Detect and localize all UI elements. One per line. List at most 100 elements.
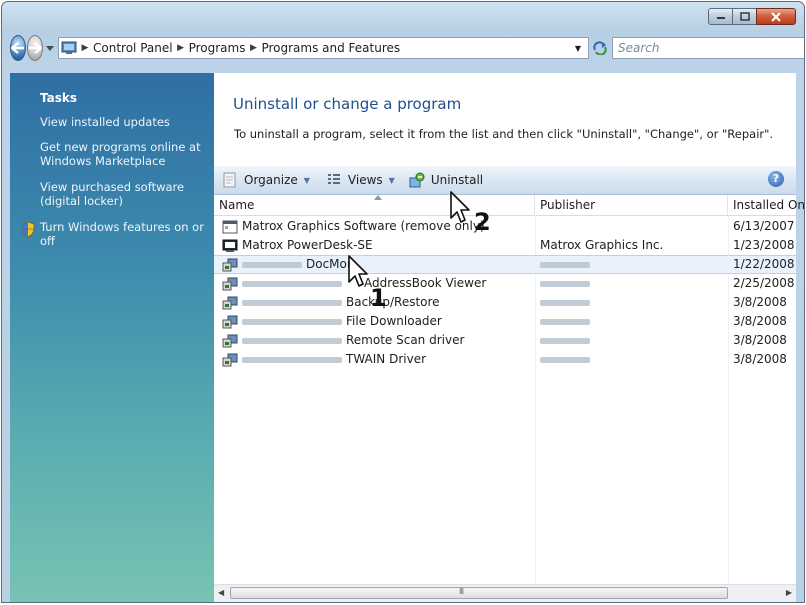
program-row[interactable]: Backup/Restore 3/8/2008	[214, 293, 796, 312]
organize-button[interactable]: Organize ▼	[222, 172, 310, 188]
application-window-icon	[222, 220, 238, 234]
program-publisher-redacted	[540, 331, 594, 350]
close-icon[interactable]	[756, 8, 796, 25]
search-placeholder: Search	[618, 41, 660, 55]
page-title: Uninstall or change a program	[233, 95, 462, 113]
program-installed-on: 3/8/2008	[733, 314, 787, 328]
redacted-text	[540, 319, 590, 325]
program-installed-on: 2/25/2008	[733, 276, 795, 290]
breadcrumb-control-panel[interactable]: Control Panel	[91, 41, 175, 55]
breadcrumb-programs-and-features[interactable]: Programs and Features	[259, 41, 402, 55]
breadcrumb-programs[interactable]: Programs	[187, 41, 248, 55]
chevron-down-icon	[46, 45, 54, 51]
installer-icon	[222, 334, 238, 348]
task-view-installed-updates[interactable]: View installed updates	[40, 115, 210, 129]
instruction-text: To uninstall a program, select it from t…	[234, 127, 774, 141]
minimize-icon[interactable]	[708, 8, 733, 25]
program-row[interactable]: Matrox Graphics Software (remove only) 6…	[214, 217, 796, 236]
breadcrumb-separator-icon[interactable]: ▶	[175, 43, 187, 53]
column-header-publisher[interactable]: Publisher	[535, 195, 728, 215]
installer-icon	[222, 258, 238, 272]
search-input[interactable]: Search	[612, 37, 804, 59]
program-row[interactable]: Remote Scan driver 3/8/2008	[214, 331, 796, 350]
organize-label: Organize	[244, 173, 298, 187]
step-callout-1: 1	[370, 284, 387, 312]
program-row[interactable]: File Downloader 3/8/2008	[214, 312, 796, 331]
tasks-pane: Tasks View installed updates Get new pro…	[10, 73, 214, 602]
program-publisher-redacted	[540, 256, 594, 273]
breadcrumb-separator-icon[interactable]: ▶	[79, 43, 91, 53]
program-list-header: Name Publisher Installed On	[214, 195, 804, 216]
organize-icon	[222, 172, 238, 188]
redacted-text	[242, 280, 342, 287]
command-bar: Organize ▼ Views ▼ Uninstall ?	[214, 166, 796, 195]
program-installed-on: 3/8/2008	[733, 295, 787, 309]
breadcrumb-separator-icon[interactable]: ▶	[247, 43, 259, 53]
redacted-text	[242, 356, 342, 363]
program-publisher-redacted	[540, 274, 594, 293]
program-row[interactable]: AddressBook Viewer 2/25/2008	[214, 274, 796, 293]
redacted-text	[540, 338, 590, 344]
redacted-text	[540, 281, 590, 287]
task-turn-windows-features[interactable]: Turn Windows features on or off	[40, 220, 210, 248]
program-row[interactable]: Matrox PowerDesk-SE Matrox Graphics Inc.…	[214, 236, 796, 255]
views-button[interactable]: Views ▼	[326, 172, 395, 188]
shield-icon	[21, 221, 35, 240]
refresh-icon	[593, 41, 607, 55]
program-name: Backup/Restore	[346, 295, 440, 309]
chevron-down-icon: ▼	[388, 175, 395, 185]
sort-ascending-icon	[374, 195, 382, 200]
program-publisher: Matrox Graphics Inc.	[540, 238, 664, 252]
back-button[interactable]	[10, 35, 26, 61]
program-installed-on: 3/8/2008	[733, 333, 787, 347]
program-publisher-redacted	[540, 312, 594, 331]
program-row-selected[interactable]: DocMon 1/22/2008	[214, 255, 796, 274]
recent-pages-dropdown[interactable]	[46, 42, 54, 54]
program-publisher-redacted	[540, 293, 594, 312]
refresh-button[interactable]	[592, 37, 608, 59]
horizontal-scrollbar[interactable]: ◀ III ▶	[214, 584, 796, 602]
caption-buttons	[708, 8, 796, 25]
step-callout-2: 2	[474, 208, 491, 236]
address-dropdown-icon[interactable]: ▼	[572, 38, 584, 58]
program-name: TWAIN Driver	[346, 352, 427, 366]
program-installed-on: 3/8/2008	[733, 352, 787, 366]
task-view-purchased-software[interactable]: View purchased software (digital locker)	[40, 180, 210, 208]
forward-button[interactable]	[27, 35, 43, 61]
installer-icon	[222, 315, 238, 329]
chevron-down-icon: ▼	[303, 175, 310, 185]
redacted-text	[242, 318, 342, 325]
installer-icon	[222, 296, 238, 310]
program-publisher-redacted	[540, 350, 594, 369]
maximize-icon[interactable]	[732, 8, 757, 25]
program-name: Remote Scan driver	[346, 333, 465, 347]
scroll-right-icon[interactable]: ▶	[786, 588, 792, 597]
scroll-left-icon[interactable]: ◀	[218, 588, 224, 597]
installer-icon	[222, 277, 238, 291]
back-arrow-icon	[11, 42, 24, 54]
program-row[interactable]: TWAIN Driver 3/8/2008	[214, 350, 796, 369]
program-installed-on: 1/23/2008	[733, 238, 795, 252]
program-installed-on: 6/13/2007	[733, 219, 795, 233]
task-get-new-programs[interactable]: Get new programs online at Windows Marke…	[40, 140, 210, 168]
help-icon[interactable]: ?	[768, 171, 784, 187]
uninstall-label: Uninstall	[430, 173, 484, 187]
forward-arrow-icon	[29, 42, 42, 54]
tasks-heading: Tasks	[40, 91, 78, 105]
scroll-thumb[interactable]	[230, 587, 728, 599]
program-list: Matrox Graphics Software (remove only) 6…	[214, 217, 796, 369]
main-content: Uninstall or change a program To uninsta…	[214, 73, 804, 602]
column-header-installed-on[interactable]: Installed On	[728, 195, 804, 215]
views-label: Views	[347, 173, 383, 187]
programs-and-features-window: ▶ Control Panel ▶ Programs ▶ Programs an…	[1, 1, 805, 603]
program-name: File Downloader	[346, 314, 442, 328]
monitor-icon	[222, 239, 238, 253]
navigation-bar: ▶ Control Panel ▶ Programs ▶ Programs an…	[10, 32, 804, 64]
redacted-text	[242, 299, 342, 306]
views-icon	[326, 172, 342, 188]
address-bar[interactable]: ▶ Control Panel ▶ Programs ▶ Programs an…	[58, 37, 589, 59]
uninstall-button[interactable]: Uninstall	[409, 172, 483, 188]
scroll-grip: III	[459, 587, 464, 596]
redacted-text	[242, 261, 302, 268]
redacted-text	[540, 357, 590, 363]
